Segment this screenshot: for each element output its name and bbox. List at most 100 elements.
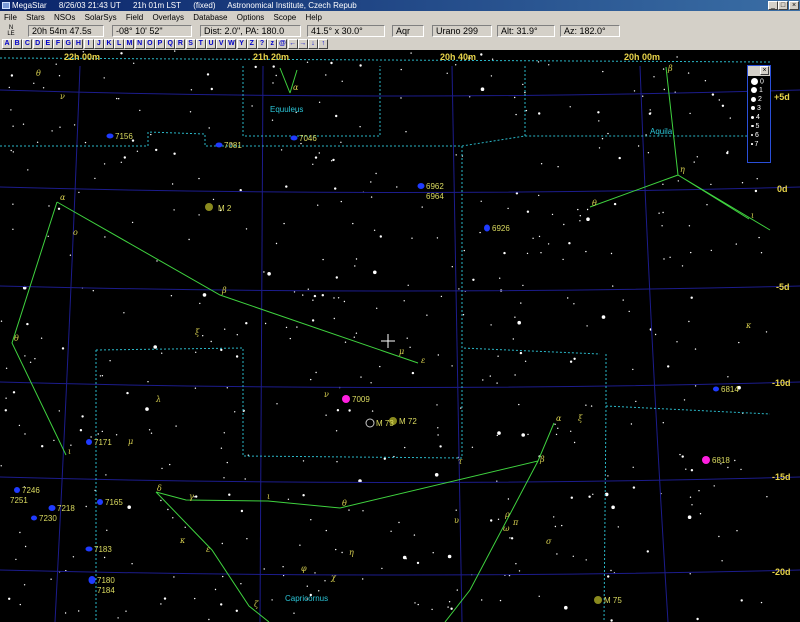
galaxy-7046[interactable] [290,135,298,141]
filter-button[interactable]: → [297,39,308,49]
app-icon [2,2,10,9]
galaxy-7081[interactable] [215,142,223,148]
filter-button[interactable]: C [22,39,33,49]
star [440,295,443,298]
filter-button[interactable]: ← [287,39,298,49]
filter-button[interactable]: V [216,39,227,49]
menu-overlays[interactable]: Overlays [152,13,184,22]
menu-nsos[interactable]: NSOs [54,13,75,22]
galaxy-7183[interactable] [85,546,93,552]
star [51,130,53,132]
star [447,554,452,559]
north-indicator-icon[interactable]: N LE [2,25,20,37]
filter-button[interactable]: N [134,39,145,49]
menu-solarsys[interactable]: SolarSys [85,13,117,22]
filter-button[interactable]: Q [165,39,176,49]
filter-button[interactable]: E [42,39,53,49]
star [190,89,193,91]
filter-button[interactable]: z [267,39,278,49]
close-icon[interactable]: × [760,66,769,75]
star [280,149,283,151]
filter-button[interactable]: U [206,39,216,49]
star [490,324,492,326]
star [601,315,606,319]
star [117,617,119,619]
filter-button[interactable]: R [175,39,186,49]
filter-button[interactable]: G [63,39,74,49]
minimize-button[interactable]: _ [768,1,778,10]
star [462,314,465,316]
star [296,326,298,328]
filter-button[interactable]: @ [277,39,288,49]
galaxy-7165[interactable] [97,499,103,505]
star-letter: δ [157,484,162,493]
filter-button[interactable]: I [83,39,94,49]
galaxy-7171[interactable] [86,439,92,445]
sky-chart-canvas[interactable]: 22h 00m 21h 20m 20h 40m 20h 00m +5d 0d -… [0,50,800,622]
star [602,70,604,73]
filter-button[interactable]: F [53,39,63,49]
menu-stars[interactable]: Stars [26,13,45,22]
filter-button[interactable]: A [2,39,12,49]
galaxy-6926[interactable] [484,224,490,232]
planetary-7009[interactable] [342,395,350,403]
star [610,619,613,622]
globular-m75[interactable] [594,596,602,604]
menu-field[interactable]: Field [126,13,143,22]
star [450,607,453,610]
menu-scope[interactable]: Scope [274,13,297,22]
star [84,141,87,144]
sky-chart[interactable]: 22h 00m 21h 20m 20h 40m 20h 00m +5d 0d -… [0,50,800,622]
filter-button[interactable]: ? [257,39,267,49]
open-cluster-m73[interactable] [365,418,375,428]
filter-button[interactable]: ↑ [318,39,329,49]
filter-button[interactable]: D [32,39,43,49]
star [480,87,485,91]
galaxy-7218[interactable] [48,505,56,511]
menu-help[interactable]: Help [305,13,321,22]
filter-button[interactable]: W [226,39,237,49]
filter-button[interactable]: K [104,39,114,49]
star [78,191,80,194]
star [632,486,636,489]
star [321,294,324,297]
star [555,433,558,436]
star [586,208,589,211]
star [538,595,540,597]
filter-button[interactable]: H [73,39,84,49]
planetary-6818[interactable] [702,456,710,464]
galaxy-6814[interactable] [713,386,719,392]
galaxy-6962[interactable] [417,183,425,189]
filter-button[interactable]: T [195,39,206,49]
star [538,112,541,115]
menu-options[interactable]: Options [237,13,265,22]
galaxy-7246[interactable] [14,487,20,493]
star [306,585,308,587]
filter-button[interactable]: B [12,39,23,49]
maximize-button[interactable]: □ [778,1,788,10]
star [336,461,338,463]
filter-button[interactable]: Z [246,39,257,49]
star [160,603,162,605]
star [170,295,173,297]
filter-button[interactable]: P [155,39,165,49]
globular-m2[interactable] [205,203,213,211]
filter-button[interactable]: J [93,39,104,49]
star-letter: ν [60,92,65,101]
star [540,163,543,165]
menu-database[interactable]: Database [193,13,227,22]
dec-label: 0d [777,184,788,194]
filter-button[interactable]: S [185,39,196,49]
filter-button[interactable]: O [144,39,155,49]
galaxy-7230[interactable] [31,515,37,521]
star [507,498,510,500]
close-button[interactable]: × [789,1,799,10]
filter-button[interactable]: Y [236,39,247,49]
filter-button[interactable]: L [114,39,125,49]
filter-button[interactable]: ↓ [308,39,318,49]
menu-file[interactable]: File [4,13,17,22]
galaxy-7156[interactable] [106,133,114,139]
star [222,575,224,578]
galaxy-7180[interactable] [88,576,96,584]
filter-button[interactable]: M [124,39,135,49]
